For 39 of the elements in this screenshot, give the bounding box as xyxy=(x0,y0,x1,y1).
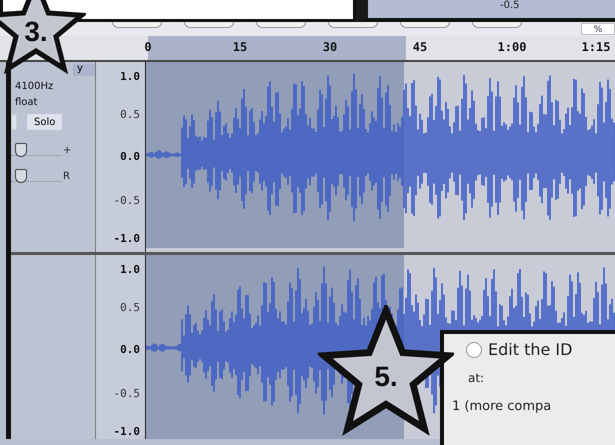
pan-slider[interactable] xyxy=(11,169,61,182)
scale-label: -1.0 xyxy=(114,232,140,245)
toolbar-button[interactable] xyxy=(112,22,162,28)
track-name-menu[interactable]: y xyxy=(73,64,95,76)
time-label: 1:00 xyxy=(498,40,526,54)
toolbar-button[interactable] xyxy=(184,22,234,28)
time-label: 1:15 xyxy=(582,40,610,54)
scale-label: 0.5 xyxy=(120,301,140,314)
scale-label: 0.5 xyxy=(120,108,140,121)
solo-button[interactable]: Solo xyxy=(27,114,62,130)
time-label: 30 xyxy=(322,40,338,54)
gain-label: + xyxy=(63,145,72,156)
gain-slider[interactable] xyxy=(11,143,61,156)
toolbar-button[interactable] xyxy=(328,22,378,28)
meter-label: -0.5 xyxy=(500,0,520,11)
percent-field[interactable]: % xyxy=(581,23,615,35)
toolbar-button[interactable] xyxy=(400,22,450,28)
scale-label: -1.0 xyxy=(114,425,140,438)
toolbar-button[interactable] xyxy=(472,22,522,28)
radio-button[interactable] xyxy=(466,342,482,358)
scale-label: -0.5 xyxy=(114,387,140,400)
option-label: 1 (more compa xyxy=(452,399,552,414)
field-label: at: xyxy=(468,371,484,385)
scale-label: -0.5 xyxy=(114,194,140,207)
mute-button[interactable] xyxy=(11,114,17,130)
scale-label: 1.0 xyxy=(120,263,140,276)
sample-rate: 4100Hz xyxy=(14,81,54,92)
callout-number: 3. xyxy=(24,16,48,48)
time-label: 45 xyxy=(412,40,428,54)
toolbar-button[interactable] xyxy=(256,22,306,28)
scale-label: 1.0 xyxy=(120,70,140,83)
sample-format: float xyxy=(14,97,38,108)
time-label: 0 xyxy=(144,40,152,54)
scale-label: 0.0 xyxy=(120,343,140,356)
callout-number: 5. xyxy=(374,361,398,393)
pan-label: R xyxy=(63,171,70,182)
time-label: 15 xyxy=(232,40,248,54)
scale-label: 0.0 xyxy=(120,150,140,163)
radio-label[interactable]: Edit the ID xyxy=(488,340,572,359)
